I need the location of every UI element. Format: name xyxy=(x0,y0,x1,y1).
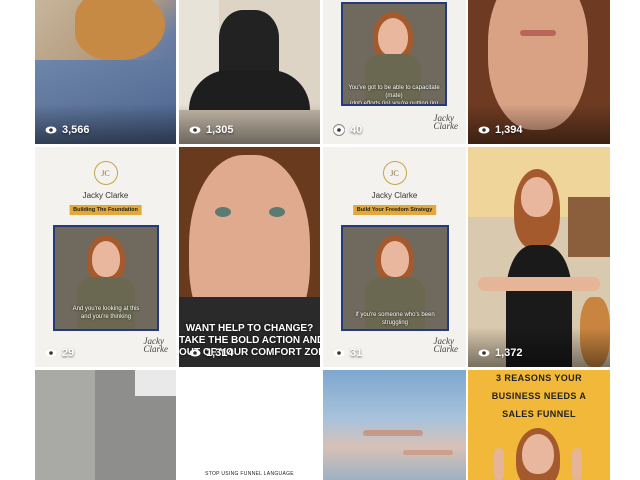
post-headline-line-2: BUSINESS NEEDS A xyxy=(491,391,587,401)
post-tile-subtitle[interactable]: You've got to be able to capacitate (mat… xyxy=(323,0,466,144)
card-tag: Building The Foundation xyxy=(69,205,142,215)
post-tile-change[interactable]: WANT HELP TO CHANGE? TAKE THE BOLD ACTIO… xyxy=(179,147,320,367)
view-count: 1,305 xyxy=(189,124,234,136)
view-count: 3,566 xyxy=(45,124,90,136)
eye-icon xyxy=(478,126,490,134)
post-tile-dog[interactable]: 3,566 xyxy=(35,0,176,144)
fence-shape xyxy=(135,370,176,396)
view-count-label: 1,372 xyxy=(495,347,523,359)
signature-logo: Jacky Clarke xyxy=(143,336,169,354)
shirt-shape xyxy=(77,277,135,329)
view-count: 40 xyxy=(333,124,362,136)
view-count: 29 xyxy=(45,347,74,359)
video-frame: And you're looking at this and you're th… xyxy=(53,225,159,331)
mouth-shape xyxy=(520,30,556,36)
eye-icon xyxy=(333,349,345,357)
view-count-label: 3,566 xyxy=(62,124,90,136)
eye-right-shape xyxy=(269,207,285,217)
dog-shape xyxy=(75,0,165,60)
post-tile-foundation[interactable]: JC Jacky Clarke Building The Foundation … xyxy=(35,147,176,367)
video-subtitle: And you're looking at this and you're th… xyxy=(72,306,140,320)
arms-shape xyxy=(478,277,600,291)
post-tile-closeup[interactable]: 1,394 xyxy=(468,0,610,144)
face-shape xyxy=(378,18,408,56)
view-count: 31 xyxy=(333,347,362,359)
cloud-shape xyxy=(403,450,453,455)
signature-logo: Jacky Clarke xyxy=(433,336,459,354)
eye-icon xyxy=(189,126,201,134)
eye-icon xyxy=(189,349,201,357)
eye-icon xyxy=(45,126,57,134)
view-count: 1,314 xyxy=(189,347,234,359)
video-subtitle: If you're someone who's been struggling xyxy=(355,312,435,326)
post-headline-line-1: 3 REASONS YOUR xyxy=(496,373,582,383)
post-tile-funnel-language[interactable]: STOP USING FUNNEL LANGUAGE xyxy=(179,370,320,480)
pavement-shape xyxy=(35,370,95,480)
jc-logo-icon: JC xyxy=(382,161,407,185)
view-count-label: 1,305 xyxy=(206,124,234,136)
view-count: 1,372 xyxy=(478,347,523,359)
face-shape xyxy=(521,177,553,217)
video-frame: You've got to be able to capacitate (mat… xyxy=(341,2,447,106)
hand-left-shape xyxy=(494,448,504,480)
view-count-label: 29 xyxy=(62,347,75,359)
post-tile-sales-funnel[interactable]: 3 REASONS YOUR BUSINESS NEEDS A SALES FU… xyxy=(468,370,610,480)
video-subtitle: You've got to be able to capacitate (mat… xyxy=(348,85,440,106)
face-shape xyxy=(92,241,120,277)
signature-logo: Jacky Clarke xyxy=(433,113,459,131)
view-count-label: 1,394 xyxy=(495,124,523,136)
hand-right-shape xyxy=(572,448,582,480)
post-tile-freedom[interactable]: JC Jacky Clarke Build Your Freedom Strat… xyxy=(323,147,466,367)
view-count: 1,394 xyxy=(478,124,523,136)
face-shape xyxy=(381,241,409,277)
cloud-shape xyxy=(363,430,423,436)
jc-logo-icon: JC xyxy=(93,161,118,185)
post-tile-sky[interactable] xyxy=(323,370,466,480)
eye-left-shape xyxy=(215,207,231,217)
post-tile-namaste[interactable]: 1,372 xyxy=(468,147,610,367)
eye-icon xyxy=(333,126,345,134)
view-count-label: 31 xyxy=(350,347,363,359)
furniture-shape xyxy=(568,197,610,257)
card-tag: Build Your Freedom Strategy xyxy=(352,205,437,215)
post-tile-meditate[interactable]: 1,305 xyxy=(179,0,320,144)
view-count-label: 1,314 xyxy=(206,347,234,359)
card-name: Jacky Clarke xyxy=(82,191,129,200)
video-frame: If you're someone who's been struggling xyxy=(341,225,449,331)
face-shape xyxy=(522,434,554,474)
post-tile-sidewalk[interactable] xyxy=(35,370,176,480)
eye-icon xyxy=(45,349,57,357)
card-name: Jacky Clarke xyxy=(371,191,418,200)
post-grid: 3,566 1,305 You've got to be able to cap… xyxy=(35,0,610,480)
view-count-label: 40 xyxy=(350,124,363,136)
post-headline-line-3: SALES FUNNEL xyxy=(502,409,576,419)
eye-icon xyxy=(478,349,490,357)
post-caption: STOP USING FUNNEL LANGUAGE xyxy=(205,471,294,477)
